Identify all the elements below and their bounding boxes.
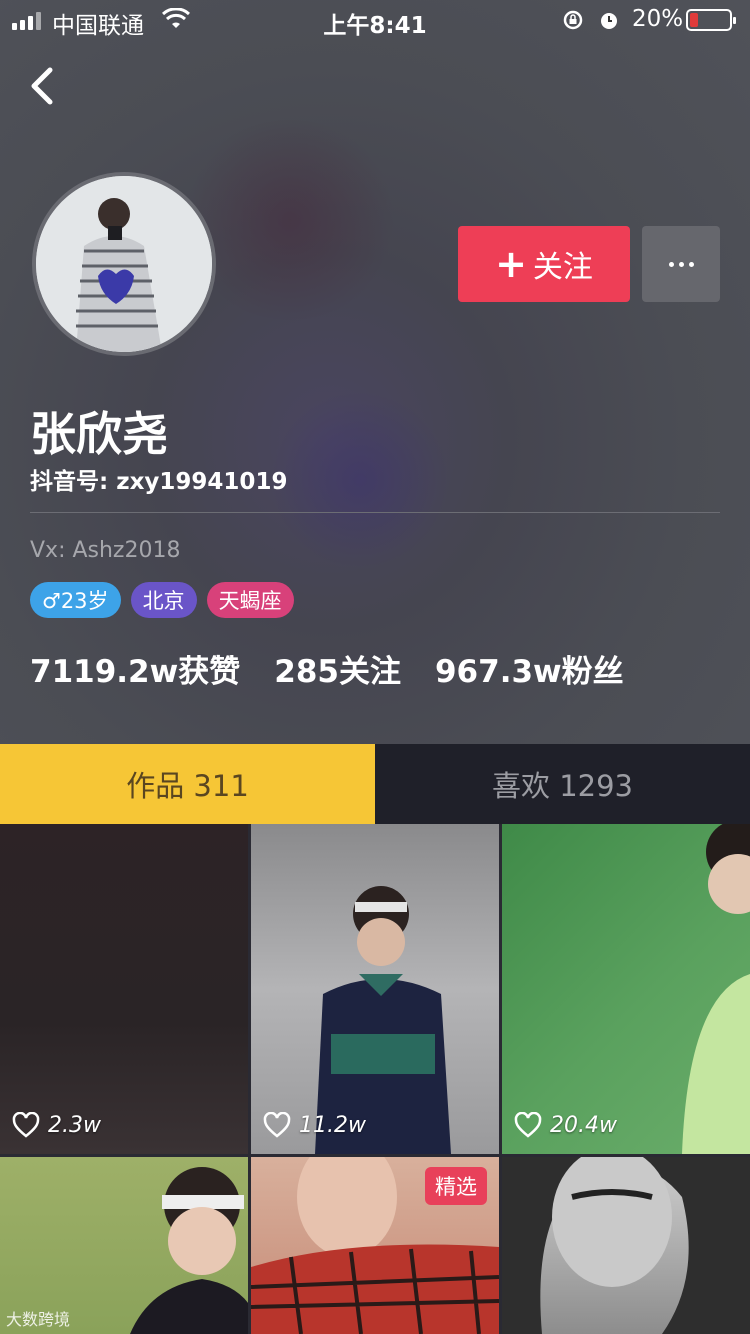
featured-badge: 精选 — [425, 1167, 487, 1205]
video-thumbnail[interactable]: 2.3w — [0, 824, 248, 1154]
more-dots-icon — [668, 261, 674, 267]
video-thumbnail[interactable]: 11.2w — [251, 824, 499, 1154]
video-thumbnail[interactable]: 20.4w — [502, 824, 750, 1154]
followers-count[interactable]: 967.3w粉丝 — [435, 646, 624, 691]
video-likes: 20.4w — [514, 1112, 617, 1138]
video-preview — [315, 886, 451, 1154]
plus-icon: + — [495, 242, 527, 286]
profile-tabs: 作品 311 喜欢 1293 — [0, 744, 750, 824]
back-icon[interactable] — [24, 64, 60, 108]
profile-stats: 7119.2w获赞 285关注 967.3w粉丝 — [30, 646, 658, 691]
divider — [30, 512, 720, 513]
video-likes: 11.2w — [263, 1112, 366, 1138]
nickname: 张欣尧 — [30, 407, 168, 461]
video-thumbnail[interactable] — [502, 1157, 750, 1334]
follow-label: 关注 — [532, 250, 593, 285]
heart-icon — [514, 1112, 542, 1138]
tab-likes[interactable]: 喜欢 1293 — [375, 744, 750, 824]
video-thumbnail[interactable]: 大数跨境 — [0, 1157, 248, 1334]
battery-percentage: 20% — [632, 6, 684, 32]
watermark: 大数跨境 — [6, 1310, 71, 1329]
video-likes-count: 11.2w — [299, 1112, 366, 1138]
age-tag: ♂23岁 — [30, 582, 121, 618]
alarm-icon — [601, 13, 617, 29]
avatar[interactable] — [32, 172, 216, 356]
profile-tags: ♂23岁 北京 天蝎座 — [30, 582, 294, 618]
video-likes-count: 2.3w — [48, 1112, 101, 1138]
douyin-id: 抖音号: zxy19941019 — [30, 469, 288, 495]
rotation-lock-icon — [563, 10, 583, 30]
video-thumbnail[interactable]: 精选 — [251, 1157, 499, 1334]
zodiac-tag: 天蝎座 — [206, 582, 294, 618]
video-preview — [502, 1157, 750, 1334]
heart-icon — [12, 1112, 40, 1138]
likes-count: 7119.2w获赞 — [30, 654, 241, 690]
heart-icon — [263, 1112, 291, 1138]
profile-header-background — [0, 0, 750, 744]
video-preview — [682, 824, 750, 1154]
video-likes: 2.3w — [12, 1112, 101, 1138]
avatar-image — [36, 176, 212, 352]
video-likes-count: 20.4w — [550, 1112, 617, 1138]
bio: Vx: Ashz2018 — [30, 538, 181, 563]
more-options-button[interactable] — [642, 226, 720, 302]
city-tag: 北京 — [130, 582, 197, 618]
tab-works[interactable]: 作品 311 — [0, 744, 375, 824]
status-bar: 中国联通 上午8:41 20% — [0, 0, 750, 40]
battery-icon — [686, 9, 736, 31]
following-count[interactable]: 285关注 — [274, 646, 401, 691]
follow-button[interactable]: + 关注 — [458, 226, 630, 302]
